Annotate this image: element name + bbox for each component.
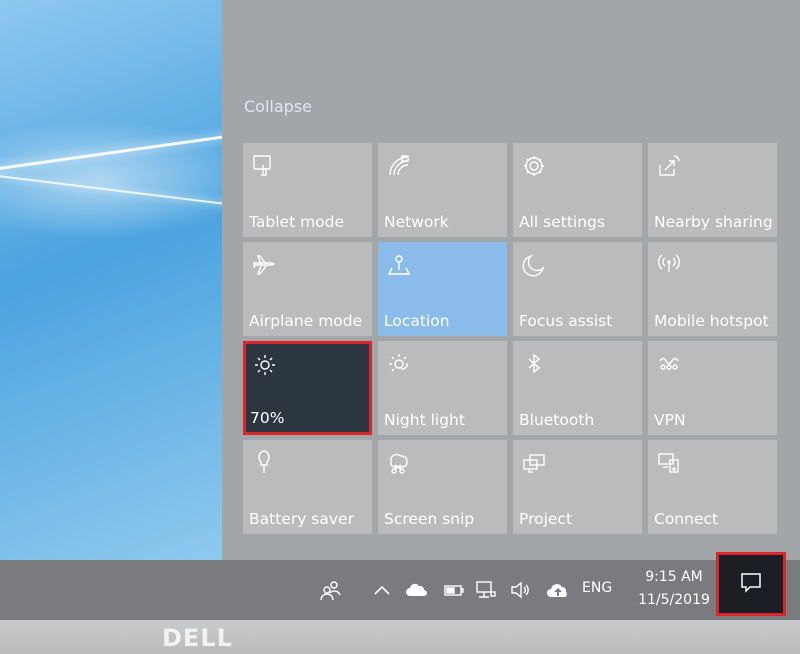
clock[interactable]: 9:15 AM 11/5/2019 bbox=[634, 566, 714, 612]
night-light-icon bbox=[386, 351, 412, 377]
moon-icon bbox=[521, 252, 547, 278]
tablet-mode-icon bbox=[251, 153, 277, 179]
tile-tablet-mode[interactable]: Tablet mode bbox=[243, 143, 372, 237]
tile-project[interactable]: Project bbox=[513, 440, 642, 534]
desktop-wallpaper bbox=[0, 0, 222, 560]
volume-icon[interactable] bbox=[508, 578, 532, 602]
onedrive-icon[interactable] bbox=[404, 578, 428, 602]
upload-icon[interactable] bbox=[546, 578, 570, 602]
tile-label: Screen snip bbox=[384, 510, 475, 528]
tile-focus-assist[interactable]: Focus assist bbox=[513, 242, 642, 336]
tile-bluetooth[interactable]: Bluetooth bbox=[513, 341, 642, 435]
tile-network[interactable]: Network bbox=[378, 143, 507, 237]
battery-icon[interactable] bbox=[442, 578, 466, 602]
tile-nearby-sharing[interactable]: Nearby sharing bbox=[648, 143, 777, 237]
tile-label: Battery saver bbox=[249, 510, 354, 528]
battery-saver-icon bbox=[251, 450, 277, 476]
tile-label: Connect bbox=[654, 510, 719, 528]
tile-label: Focus assist bbox=[519, 312, 613, 330]
tile-battery-saver[interactable]: Battery saver bbox=[243, 440, 372, 534]
action-center-panel: Collapse Tablet mode Network All setting… bbox=[222, 0, 800, 560]
gear-icon bbox=[521, 153, 547, 179]
location-icon bbox=[386, 252, 412, 278]
tile-brightness[interactable]: 70% bbox=[243, 341, 372, 435]
tile-vpn[interactable]: VPN bbox=[648, 341, 777, 435]
screen-snip-icon bbox=[386, 450, 412, 476]
tile-label: Mobile hotspot bbox=[654, 312, 769, 330]
tile-label: VPN bbox=[654, 411, 686, 429]
tile-screen-snip[interactable]: Screen snip bbox=[378, 440, 507, 534]
tile-night-light[interactable]: Night light bbox=[378, 341, 507, 435]
tile-location[interactable]: Location bbox=[378, 242, 507, 336]
nearby-sharing-icon bbox=[656, 153, 682, 179]
tile-all-settings[interactable]: All settings bbox=[513, 143, 642, 237]
quick-actions-grid: Tablet mode Network All settings Nearby … bbox=[243, 143, 777, 534]
clock-date: 11/5/2019 bbox=[638, 592, 710, 608]
tile-airplane-mode[interactable]: Airplane mode bbox=[243, 242, 372, 336]
chevron-up-icon[interactable] bbox=[370, 578, 394, 602]
taskbar: ENG 9:15 AM 11/5/2019 bbox=[0, 552, 800, 620]
monitor-bezel: DELL bbox=[0, 620, 800, 654]
network-wired-icon[interactable] bbox=[474, 578, 498, 602]
tile-connect[interactable]: Connect bbox=[648, 440, 777, 534]
tile-label: Network bbox=[384, 213, 449, 231]
tile-label: Project bbox=[519, 510, 573, 528]
notification-icon bbox=[741, 573, 761, 593]
airplane-icon bbox=[251, 252, 277, 278]
bluetooth-icon bbox=[521, 351, 547, 377]
dell-logo: DELL bbox=[162, 624, 233, 652]
tile-label: Nearby sharing bbox=[654, 213, 773, 231]
connect-icon bbox=[656, 450, 682, 476]
input-language[interactable]: ENG bbox=[582, 580, 612, 596]
tile-label: Night light bbox=[384, 411, 465, 429]
action-center-button[interactable] bbox=[716, 552, 786, 616]
tile-label: Tablet mode bbox=[249, 213, 345, 231]
tile-label: All settings bbox=[519, 213, 605, 231]
brightness-icon bbox=[252, 352, 278, 378]
tile-label: Bluetooth bbox=[519, 411, 595, 429]
tile-mobile-hotspot[interactable]: Mobile hotspot bbox=[648, 242, 777, 336]
collapse-link[interactable]: Collapse bbox=[244, 97, 312, 116]
project-icon bbox=[521, 450, 547, 476]
tile-label: 70% bbox=[250, 409, 285, 427]
network-icon bbox=[386, 153, 412, 179]
vpn-icon bbox=[656, 351, 682, 377]
tile-label: Location bbox=[384, 312, 450, 330]
hotspot-icon bbox=[656, 252, 682, 278]
clock-time: 9:15 AM bbox=[645, 569, 703, 585]
tile-label: Airplane mode bbox=[249, 312, 363, 330]
people-icon[interactable] bbox=[318, 578, 342, 602]
